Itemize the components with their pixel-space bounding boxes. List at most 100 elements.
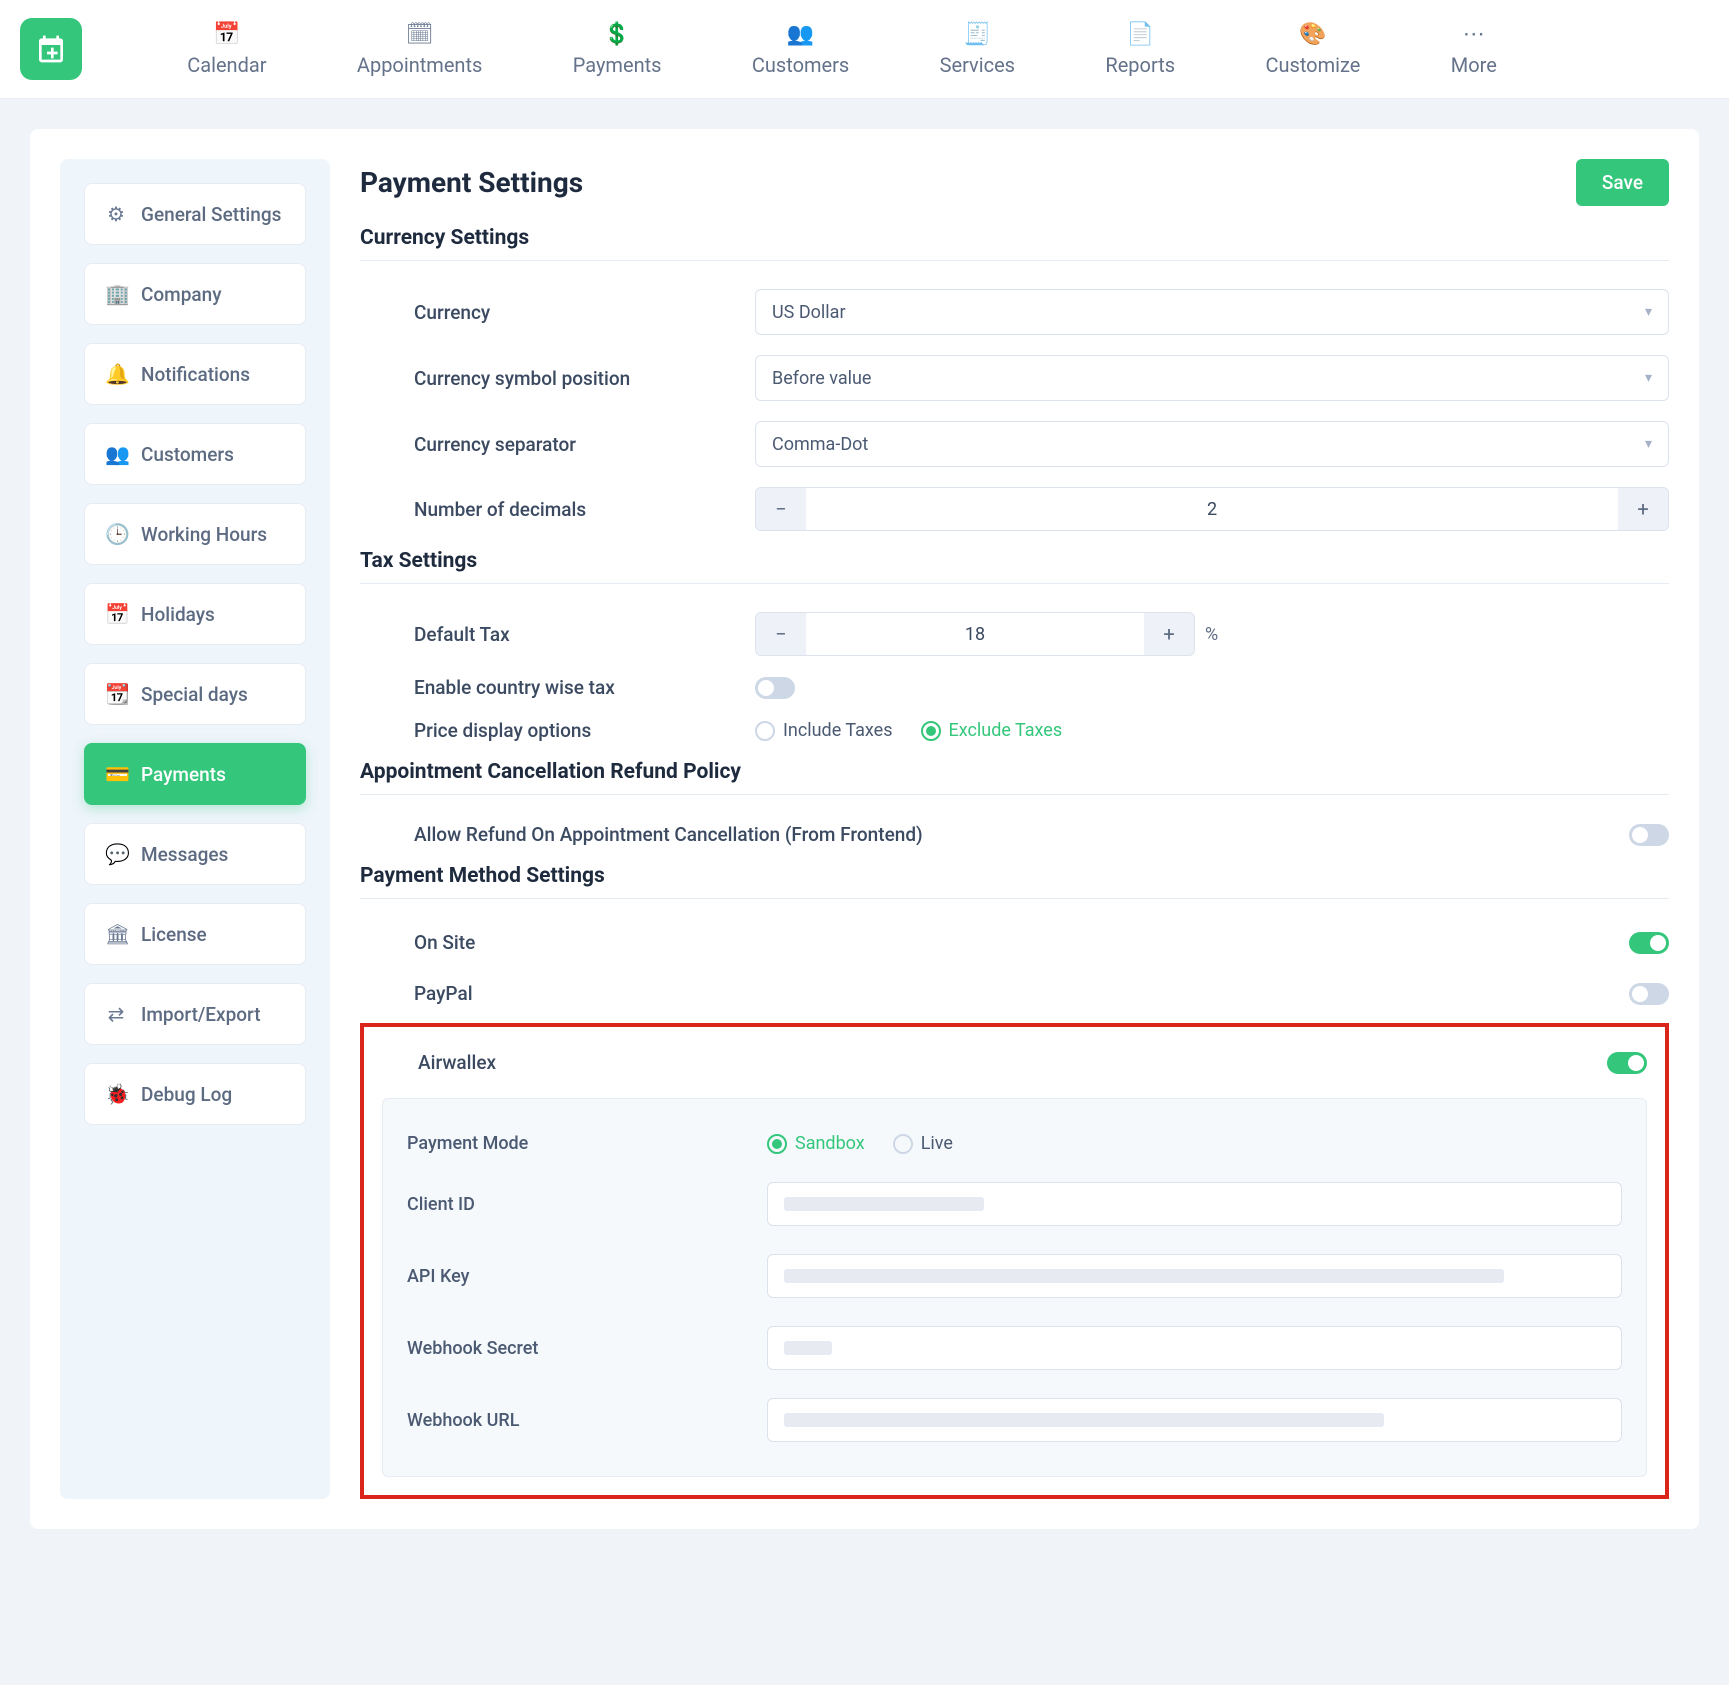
dollar-icon: 💲 bbox=[603, 22, 630, 47]
sidebar-label: Customers bbox=[141, 443, 234, 466]
settings-sidebar: ⚙ General Settings 🏢Company 🔔Notification… bbox=[60, 159, 330, 1499]
position-label: Currency symbol position bbox=[360, 367, 755, 390]
nav-label: More bbox=[1451, 53, 1497, 77]
divider bbox=[360, 794, 1669, 795]
default-tax-label: Default Tax bbox=[360, 623, 755, 646]
sidebar-payments[interactable]: 💳Payments bbox=[84, 743, 306, 805]
sidebar-messages[interactable]: 💬Messages bbox=[84, 823, 306, 885]
countrywise-tax-toggle[interactable] bbox=[755, 677, 795, 699]
decrement-button[interactable]: − bbox=[756, 613, 806, 655]
onsite-label: On Site bbox=[414, 931, 475, 954]
sidebar-customers[interactable]: 👥Customers bbox=[84, 423, 306, 485]
airwallex-toggle[interactable] bbox=[1607, 1052, 1647, 1074]
webhook-secret-input[interactable] bbox=[767, 1326, 1622, 1370]
exclude-taxes-radio[interactable]: Exclude Taxes bbox=[921, 720, 1063, 741]
payment-mode-radio-group: Sandbox Live bbox=[767, 1133, 953, 1154]
sidebar-label: Company bbox=[141, 283, 222, 306]
sidebar-special-days[interactable]: 📆Special days bbox=[84, 663, 306, 725]
sidebar-debug-log[interactable]: 🐞 Debug Log bbox=[84, 1063, 306, 1125]
sandbox-radio[interactable]: Sandbox bbox=[767, 1133, 865, 1154]
onsite-toggle[interactable] bbox=[1629, 932, 1669, 954]
allow-refund-toggle[interactable] bbox=[1629, 824, 1669, 846]
sidebar-label: General Settings bbox=[141, 203, 281, 226]
airwallex-highlight: Airwallex Payment Mode Sandbox Live Clie… bbox=[360, 1023, 1669, 1499]
sidebar-company[interactable]: 🏢Company bbox=[84, 263, 306, 325]
currency-select[interactable]: US Dollar▾ bbox=[755, 289, 1669, 335]
sidebar-label: Working Hours bbox=[141, 523, 267, 546]
position-select[interactable]: Before value▾ bbox=[755, 355, 1669, 401]
sidebar-label: Import/Export bbox=[141, 1003, 261, 1026]
nav-label: Payments bbox=[573, 53, 662, 77]
countrywise-tax-label: Enable country wise tax bbox=[360, 676, 755, 699]
decimals-value: 2 bbox=[806, 488, 1618, 530]
nav-customize[interactable]: 🎨Customize bbox=[1265, 22, 1360, 77]
sidebar-license[interactable]: 🏛License bbox=[84, 903, 306, 965]
webhook-url-input[interactable] bbox=[767, 1398, 1622, 1442]
nav-customers[interactable]: 👥Customers bbox=[752, 22, 849, 77]
list-icon: 🧾 bbox=[964, 22, 991, 47]
sidebar-working-hours[interactable]: 🕒Working Hours bbox=[84, 503, 306, 565]
price-display-label: Price display options bbox=[360, 719, 755, 742]
select-value: Before value bbox=[772, 368, 871, 389]
decimals-stepper: − 2 + bbox=[755, 487, 1669, 531]
nav-calendar[interactable]: 📅Calendar bbox=[187, 22, 266, 77]
increment-button[interactable]: + bbox=[1144, 613, 1194, 655]
bug-icon: 🐞 bbox=[105, 1082, 127, 1106]
sidebar-label: Notifications bbox=[141, 363, 250, 386]
redacted-value bbox=[784, 1269, 1504, 1283]
section-methods-title: Payment Method Settings bbox=[360, 864, 1669, 888]
divider bbox=[360, 898, 1669, 899]
nav-items: 📅Calendar 🗓 Appointments 💲 Payments 👥Custo… bbox=[142, 22, 1542, 77]
nav-services[interactable]: 🧾Services bbox=[940, 22, 1015, 77]
live-radio[interactable]: Live bbox=[893, 1133, 953, 1154]
sidebar-label: Holidays bbox=[141, 603, 215, 626]
page-title: Payment Settings bbox=[360, 166, 583, 199]
api-key-input[interactable] bbox=[767, 1254, 1622, 1298]
api-key-label: API Key bbox=[407, 1266, 767, 1287]
save-button[interactable]: Save bbox=[1576, 159, 1669, 206]
radio-label: Exclude Taxes bbox=[949, 720, 1063, 741]
app-logo[interactable] bbox=[20, 18, 82, 80]
sidebar-notifications[interactable]: 🔔Notifications bbox=[84, 343, 306, 405]
calendar-check-icon: 🗓 bbox=[406, 22, 434, 47]
swap-icon: ⇄ bbox=[105, 1002, 127, 1026]
sidebar-label: Payments bbox=[141, 763, 226, 786]
percent-suffix: % bbox=[1205, 624, 1218, 645]
sidebar-holidays[interactable]: 📅Holidays bbox=[84, 583, 306, 645]
decrement-button[interactable]: − bbox=[756, 488, 806, 530]
sidebar-label: Debug Log bbox=[141, 1083, 232, 1106]
divider bbox=[360, 260, 1669, 261]
separator-select[interactable]: Comma-Dot ▾ bbox=[755, 421, 1669, 467]
nav-appointments[interactable]: 🗓 Appointments bbox=[357, 22, 482, 77]
allow-refund-label: Allow Refund On Appointment Cancellation… bbox=[360, 823, 1042, 846]
redacted-value bbox=[784, 1197, 984, 1211]
sidebar-general[interactable]: ⚙ General Settings bbox=[84, 183, 306, 245]
nav-reports[interactable]: 📄Reports bbox=[1105, 22, 1175, 77]
top-nav: 📅Calendar 🗓 Appointments 💲 Payments 👥Custo… bbox=[0, 0, 1729, 99]
separator-label: Currency separator bbox=[360, 433, 755, 456]
currency-label: Currency bbox=[360, 301, 755, 324]
increment-button[interactable]: + bbox=[1618, 488, 1668, 530]
client-id-input[interactable] bbox=[767, 1182, 1622, 1226]
paypal-toggle[interactable] bbox=[1629, 983, 1669, 1005]
paypal-label: PayPal bbox=[414, 982, 473, 1005]
main-content: Payment Settings Save Currency Settings … bbox=[360, 159, 1669, 1499]
client-id-label: Client ID bbox=[407, 1194, 767, 1215]
tax-value: 18 bbox=[806, 613, 1144, 655]
chevron-down-icon: ▾ bbox=[1645, 436, 1652, 452]
sidebar-import-export[interactable]: ⇄ Import/Export bbox=[84, 983, 306, 1045]
nav-payments[interactable]: 💲 Payments bbox=[573, 22, 662, 77]
sidebar-label: License bbox=[141, 923, 207, 946]
sidebar-label: Special days bbox=[141, 683, 248, 706]
redacted-value bbox=[784, 1341, 832, 1355]
include-taxes-radio[interactable]: Include Taxes bbox=[755, 720, 893, 741]
nav-label: Appointments bbox=[357, 53, 482, 77]
redacted-value bbox=[784, 1413, 1384, 1427]
nav-label: Customers bbox=[752, 53, 849, 77]
nav-more[interactable]: ⋯More bbox=[1451, 22, 1497, 77]
select-value: Comma-Dot bbox=[772, 434, 868, 455]
nav-label: Reports bbox=[1105, 53, 1175, 77]
gear-icon: ⚙ bbox=[105, 202, 127, 226]
chevron-down-icon: ▾ bbox=[1645, 304, 1652, 320]
airwallex-panel: Payment Mode Sandbox Live Client ID API … bbox=[382, 1098, 1647, 1477]
